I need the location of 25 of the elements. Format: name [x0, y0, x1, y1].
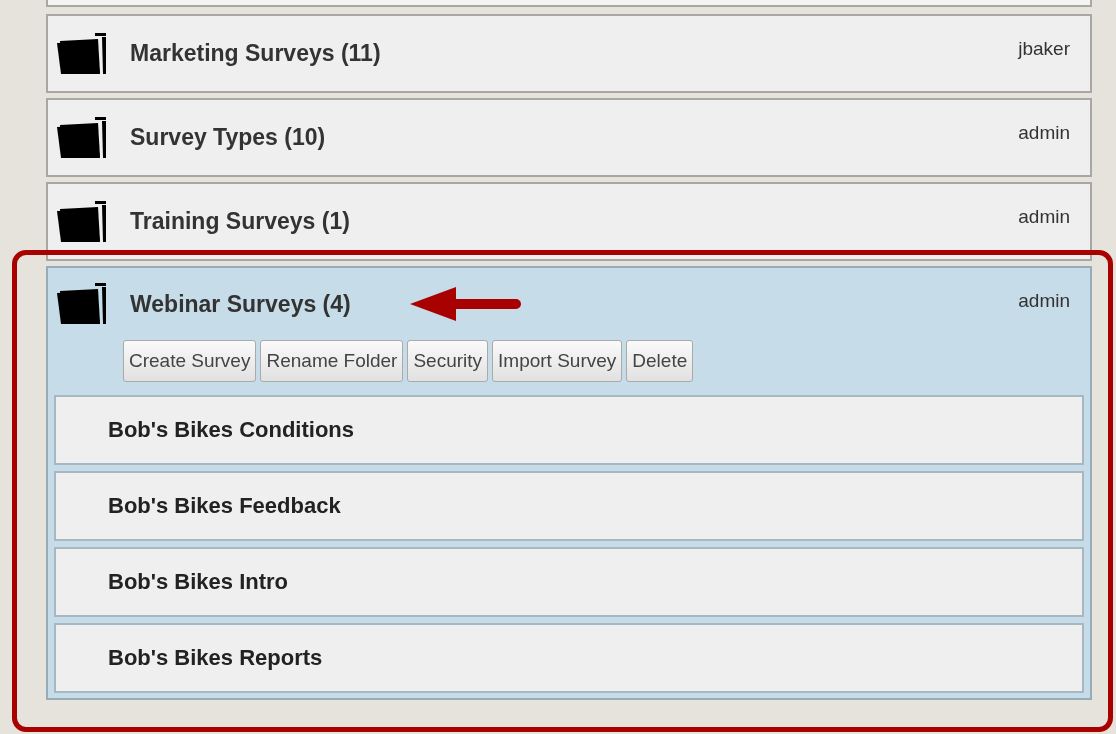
folder-owner: admin	[1018, 122, 1070, 144]
folder-title: Survey Types (10)	[130, 124, 326, 151]
folder-icon	[57, 116, 107, 159]
folder-owner: admin	[1018, 290, 1070, 312]
folder-row[interactable]: Training Surveys (1) admin	[46, 182, 1092, 261]
folder-icon	[57, 283, 107, 325]
survey-row[interactable]: Bob's Bikes Reports	[54, 623, 1084, 693]
action-button[interactable]: Rename Folder	[260, 340, 404, 382]
action-button[interactable]: Security	[407, 340, 489, 382]
folder-row[interactable]: Marketing Surveys (11) jbaker	[46, 14, 1092, 93]
folder-icon	[57, 200, 107, 243]
survey-row[interactable]: Bob's Bikes Feedback	[54, 471, 1084, 541]
folder-row[interactable]: Survey Types (10) admin	[46, 98, 1092, 177]
survey-row[interactable]: Bob's Bikes Intro	[54, 547, 1084, 617]
survey-row[interactable]: Bob's Bikes Conditions	[54, 395, 1084, 465]
folder-title: Training Surveys (1)	[130, 208, 350, 235]
action-button[interactable]: Create Survey	[123, 340, 257, 382]
folder-title: Webinar Surveys (4)	[130, 290, 351, 318]
folder-icon	[57, 32, 107, 75]
folder-owner: admin	[1018, 206, 1070, 228]
action-button[interactable]: Delete	[626, 340, 694, 382]
folder-owner: jbaker	[1018, 38, 1070, 60]
action-button[interactable]: Import Survey	[492, 340, 623, 382]
folder-row[interactable]: Webinar Surveys (4) admin Create Survey Rename Folder Security Import Survey Delete Bob's Bikes Conditions Bob's Bikes Feedback Bob's Bikes Intro Bob's Bikes Reports	[46, 266, 1092, 700]
folder-title: Marketing Surveys (11)	[130, 40, 381, 67]
